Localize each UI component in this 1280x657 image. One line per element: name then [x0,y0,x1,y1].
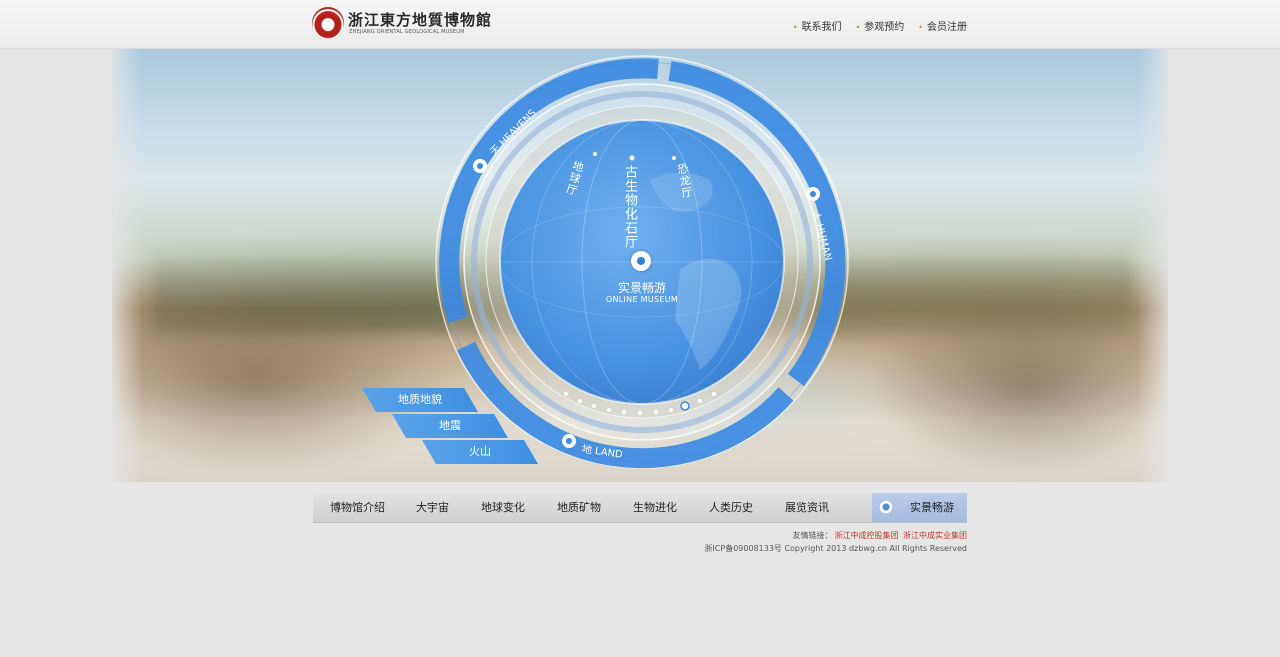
contact-link[interactable]: 联系我们 [793,18,842,33]
target-icon [879,500,893,514]
top-links: 联系我们 参观预约 会员注册 [793,18,967,33]
submenu-volcano[interactable]: 火山 [422,440,538,464]
online-museum-center-button[interactable] [631,251,651,271]
nav-online-museum[interactable]: 实景畅游 [872,493,967,522]
banner-background-rocks-right [852,289,1168,479]
visit-booking-link[interactable]: 参观预约 [856,18,904,33]
logo-title: 浙江東方地質博物館 [348,11,493,29]
logo-subtitle: ZHEJIANG ORIENTAL GEOLOGICAL MUSEUM [349,29,465,35]
friend-link-zhongcheng-holding[interactable]: 浙江中成控股集团 [834,531,898,540]
land-submenu: 地质地貌 地震 火山 [362,384,582,466]
friend-link-zhongcheng-industry[interactable]: 浙江中成实业集团 [903,531,967,540]
copyright: 浙ICP备09008133号 Copyright 2013 dzbwg.cn A… [704,544,967,553]
member-register-link[interactable]: 会员注册 [918,18,967,33]
nav-earth-changes[interactable]: 地球变化 [481,493,525,522]
header: 浙江東方地質博物館 ZHEJIANG ORIENTAL GEOLOGICAL M… [0,0,1280,49]
nav-human-history[interactable]: 人类历史 [709,493,753,522]
online-museum-subtitle: ONLINE MUSEUM [605,295,679,304]
online-museum-title[interactable]: 实景畅游 [430,279,854,296]
nav-universe[interactable]: 大宇宙 [416,493,449,522]
dragon-logo-icon [312,7,344,39]
banner-fade-left [112,49,142,482]
globe-item-fossil-hall[interactable]: 古生物化石厅 [620,165,639,249]
nav-museum-intro[interactable]: 博物馆介绍 [330,493,385,522]
submenu-earthquake[interactable]: 地震 [392,414,508,438]
site-logo[interactable]: 浙江東方地質博物館 ZHEJIANG ORIENTAL GEOLOGICAL M… [312,5,491,43]
nav-evolution[interactable]: 生物进化 [633,493,677,522]
friend-links-label: 友情链接： [792,531,833,540]
nav-geology-minerals[interactable]: 地质矿物 [557,493,601,522]
banner-fade-right [1138,49,1168,482]
friend-links: 友情链接： 浙江中成控股集团 浙江中成实业集团 [792,530,967,541]
main-nav: 博物馆介绍 大宇宙 地球变化 地质矿物 生物进化 人类历史 展览资讯 实景畅游 [313,493,967,523]
nav-online-museum-label: 实景畅游 [910,501,954,514]
submenu-geomorphology[interactable]: 地质地貌 [362,388,478,412]
nav-exhibition-news[interactable]: 展览资讯 [785,493,829,522]
